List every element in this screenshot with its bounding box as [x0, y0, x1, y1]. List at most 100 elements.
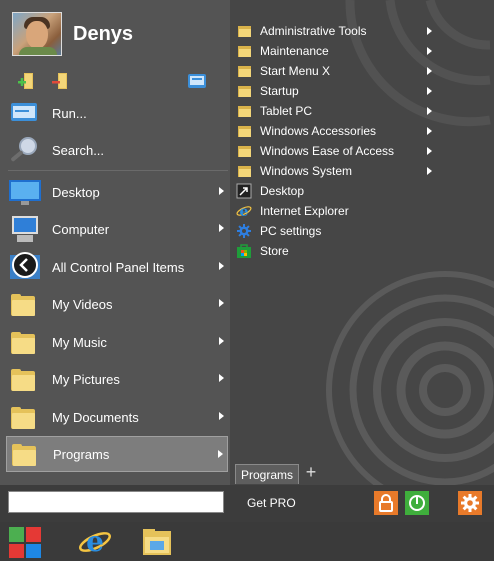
- power-icon: [409, 495, 425, 511]
- search-input[interactable]: [8, 491, 224, 513]
- store-icon: [236, 243, 252, 259]
- folder-icon: [9, 438, 43, 470]
- folder-icon: [236, 103, 252, 119]
- left-item-my-pictures[interactable]: My Pictures: [6, 361, 228, 397]
- left-item-my-videos[interactable]: My Videos: [6, 286, 228, 322]
- chevron-right-icon: [427, 87, 432, 95]
- left-item-label: My Documents: [52, 409, 139, 425]
- program-item-startup[interactable]: Startup: [236, 81, 436, 101]
- program-item-internet-explorer[interactable]: e Internet Explorer: [236, 201, 436, 221]
- folder-icon: [236, 43, 252, 59]
- svg-text:e: e: [240, 204, 249, 219]
- add-user-icon[interactable]: [16, 70, 38, 92]
- left-item-my-documents[interactable]: My Documents: [6, 399, 228, 435]
- get-pro-link[interactable]: Get PRO: [247, 496, 296, 510]
- program-item-label: Store: [260, 244, 289, 258]
- program-item-label: Desktop: [260, 184, 305, 198]
- user-header[interactable]: Denys: [12, 12, 133, 56]
- program-item-label: Windows Accessories: [260, 124, 377, 138]
- program-item-label: Administrative Tools: [260, 24, 367, 38]
- left-item-label: Programs: [53, 446, 110, 462]
- chevron-right-icon: [219, 262, 224, 270]
- program-item-windows-system[interactable]: Windows System: [236, 161, 436, 181]
- user-name: Denys: [73, 22, 134, 45]
- folder-icon: [236, 23, 252, 39]
- chevron-right-icon: [427, 47, 432, 55]
- program-item-label: Startup: [260, 84, 299, 98]
- run-icon: [8, 97, 42, 129]
- left-item-label: Desktop: [52, 184, 100, 200]
- program-item-windows-accessories[interactable]: Windows Accessories: [236, 121, 436, 141]
- chevron-right-icon: [219, 187, 224, 195]
- program-item-pc-settings[interactable]: PC settings: [236, 221, 436, 241]
- left-item-label: My Music: [52, 334, 107, 350]
- internet-explorer-icon[interactable]: e: [78, 525, 112, 559]
- shortcut-icon: [236, 183, 252, 199]
- left-item-label: All Control Panel Items: [52, 259, 185, 275]
- lock-button[interactable]: [374, 491, 398, 515]
- svg-text:e: e: [86, 525, 104, 558]
- chevron-right-icon: [427, 147, 432, 155]
- folder-icon: [8, 401, 42, 433]
- folder-icon: [236, 143, 252, 159]
- left-item-desktop[interactable]: Desktop: [6, 174, 228, 210]
- program-item-maintenance[interactable]: Maintenance: [236, 41, 436, 61]
- start-menu: Denys Run... Search... Desktop Computer All …: [0, 0, 494, 522]
- left-item-computer[interactable]: Computer: [6, 211, 228, 247]
- left-item-run[interactable]: Run...: [6, 95, 228, 131]
- program-item-start-menu-x[interactable]: Start Menu X: [236, 61, 436, 81]
- chevron-right-icon: [219, 224, 224, 232]
- left-item-search[interactable]: Search...: [6, 132, 228, 168]
- computer-icon: [8, 213, 42, 245]
- left-item-my-music[interactable]: My Music: [6, 324, 228, 360]
- program-item-desktop[interactable]: Desktop: [236, 181, 436, 201]
- left-item-all-control-panel-items[interactable]: All Control Panel Items: [6, 249, 228, 285]
- chevron-right-icon: [219, 412, 224, 420]
- add-tab-button[interactable]: +: [303, 462, 319, 482]
- decorative-rings: [326, 271, 494, 485]
- folder-icon: [8, 326, 42, 358]
- lock-icon: [379, 494, 393, 512]
- program-item-label: PC settings: [260, 224, 322, 238]
- chevron-right-icon: [219, 374, 224, 382]
- start-menu-x-icon[interactable]: [8, 525, 42, 559]
- program-item-administrative-tools[interactable]: Administrative Tools: [236, 21, 436, 41]
- taskbar: e: [0, 522, 494, 561]
- left-item-label: My Pictures: [52, 371, 120, 387]
- program-item-label: Start Menu X: [260, 64, 331, 78]
- folder-icon: [236, 163, 252, 179]
- program-item-tablet-pc[interactable]: Tablet PC: [236, 101, 436, 121]
- folder-icon: [236, 83, 252, 99]
- folder-icon: [8, 288, 42, 320]
- folder-icon: [236, 63, 252, 79]
- chevron-right-icon: [427, 167, 432, 175]
- folder-icon: [8, 363, 42, 395]
- chevron-right-icon: [219, 299, 224, 307]
- left-item-programs[interactable]: Programs: [6, 436, 228, 472]
- gear-icon: [236, 223, 252, 239]
- program-item-label: Maintenance: [260, 44, 329, 58]
- bottom-bar: Get PRO: [0, 485, 494, 522]
- ie-icon: e: [236, 203, 252, 220]
- left-item-label: Run...: [52, 105, 87, 121]
- program-item-windows-ease-of-access[interactable]: Windows Ease of Access: [236, 141, 436, 161]
- chevron-right-icon: [427, 67, 432, 75]
- program-item-store[interactable]: Store: [236, 241, 436, 261]
- program-item-label: Windows Ease of Access: [260, 144, 395, 158]
- gear-icon: [461, 494, 479, 512]
- program-item-label: Internet Explorer: [260, 204, 349, 218]
- control-panel-icon: [8, 251, 42, 283]
- quick-actions: [14, 70, 214, 92]
- left-pane: Denys Run... Search... Desktop Computer All …: [0, 0, 230, 485]
- desktop-icon: [8, 176, 42, 208]
- file-explorer-icon[interactable]: [140, 525, 174, 559]
- chevron-right-icon: [427, 27, 432, 35]
- settings-button[interactable]: [458, 491, 482, 515]
- shutdown-button[interactable]: [405, 491, 429, 515]
- display-icon[interactable]: [186, 70, 208, 92]
- remove-user-icon[interactable]: [50, 70, 72, 92]
- avatar[interactable]: [12, 12, 62, 56]
- chevron-right-icon: [219, 337, 224, 345]
- left-item-label: Computer: [52, 221, 110, 237]
- tab-programs[interactable]: Programs: [235, 464, 299, 484]
